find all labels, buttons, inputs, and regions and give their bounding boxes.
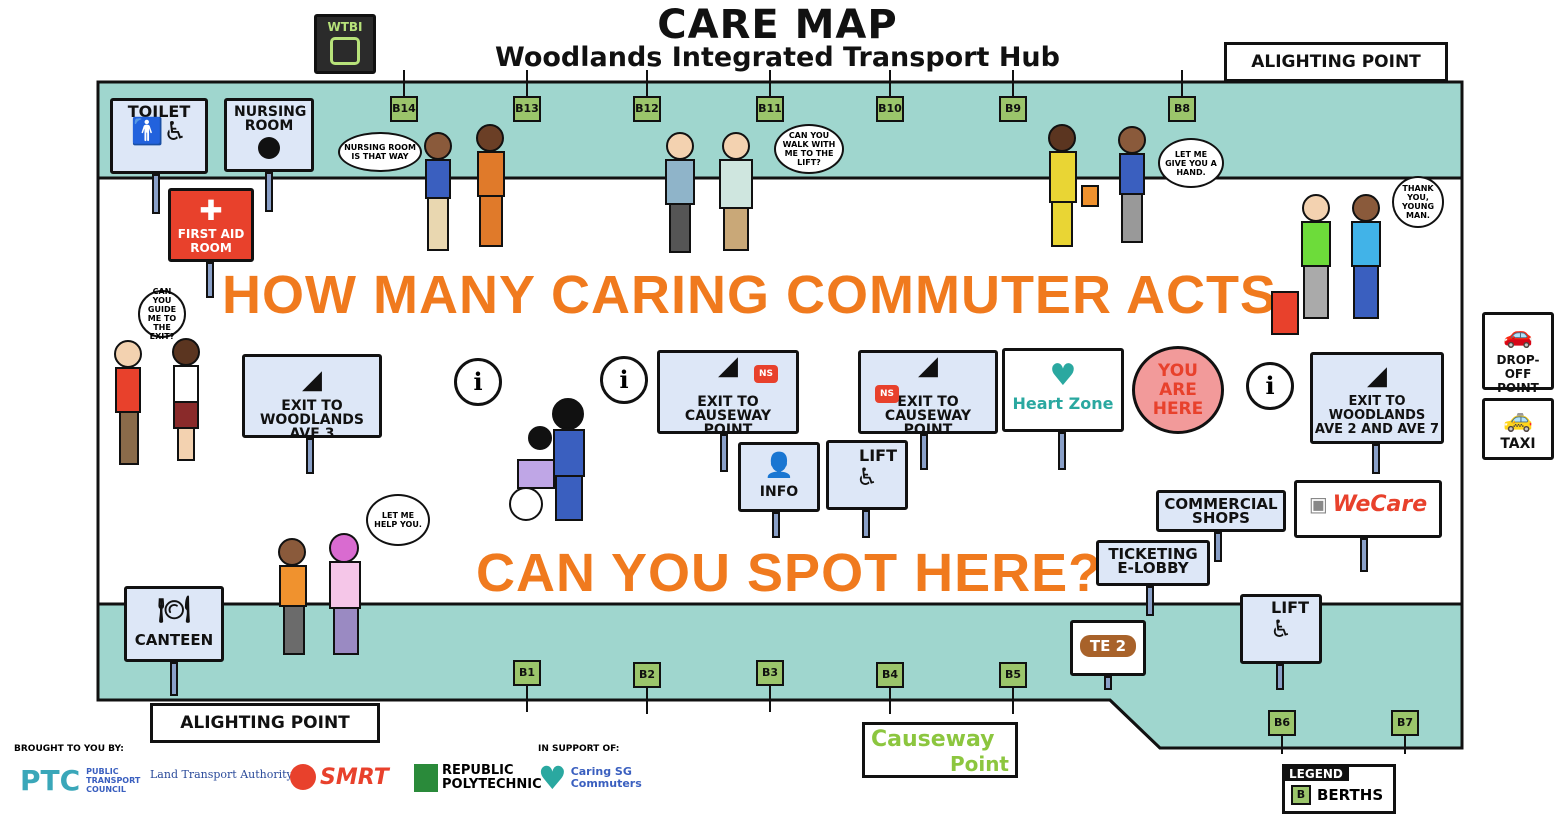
smrt-logo: SMRT	[290, 764, 389, 790]
footer-support-label: IN SUPPORT OF:	[538, 744, 620, 754]
point-word: Point	[949, 752, 1009, 776]
caring-sg-commuters-logo: ♥ Caring SG Commuters	[538, 759, 642, 797]
smrt-icon	[290, 764, 316, 790]
smrt-text: SMRT	[320, 764, 389, 790]
legend-title: LEGEND	[1285, 767, 1349, 781]
causeway-point-logo: Causeway Point	[862, 722, 1018, 778]
rp-shield-icon	[414, 764, 438, 792]
legend-berth-badge: B	[1291, 785, 1311, 805]
rp-text: REPUBLIC POLYTECHNIC	[442, 763, 542, 792]
heart-icon: ♥	[538, 759, 567, 797]
people-illustrations	[114, 124, 1381, 655]
ptc-logo-text: PTC	[20, 764, 81, 797]
ptc-name: PUBLIC TRANSPORT COUNCIL	[86, 767, 141, 794]
ptc-logo: PTC PUBLIC TRANSPORT COUNCIL	[20, 764, 146, 797]
footer-brought-label: BROUGHT TO YOU BY:	[14, 744, 124, 754]
causeway-word: Causeway	[871, 727, 995, 752]
legend-berths-label: BERTHS	[1317, 786, 1384, 804]
republic-polytechnic-logo: REPUBLIC POLYTECHNIC	[414, 764, 552, 792]
lta-logo: Land Transport Authority	[150, 768, 293, 781]
legend-box: LEGEND B BERTHS	[1282, 764, 1396, 814]
caring-text: Caring SG Commuters	[570, 765, 642, 790]
